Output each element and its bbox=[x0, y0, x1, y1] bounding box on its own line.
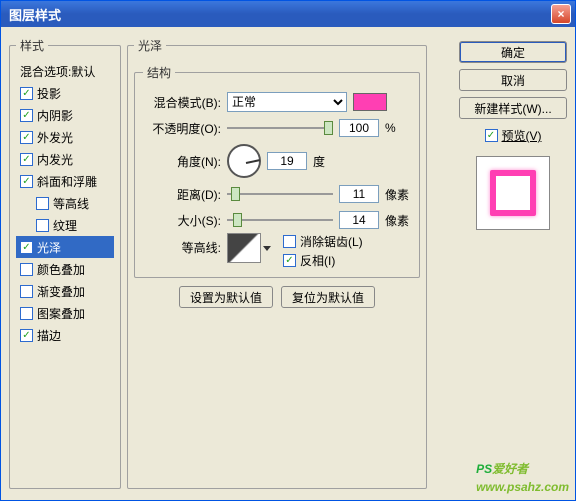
blend-options-header[interactable]: 混合选项:默认 bbox=[16, 60, 114, 82]
styles-panel: 样式 混合选项:默认 ✓投影 ✓内阴影 ✓外发光 ✓内发光 ✓斜面和浮雕 ✓等高… bbox=[9, 37, 121, 489]
color-swatch[interactable] bbox=[353, 93, 387, 111]
distance-slider[interactable] bbox=[227, 185, 333, 203]
size-unit: 像素 bbox=[385, 212, 411, 229]
new-style-button[interactable]: 新建样式(W)... bbox=[459, 97, 567, 119]
defaults-row: 设置为默认值 复位为默认值 bbox=[134, 286, 420, 308]
opacity-input[interactable]: 100 bbox=[339, 119, 379, 137]
reset-default-button[interactable]: 复位为默认值 bbox=[281, 286, 375, 308]
preview-checkbox[interactable]: ✓ 预览(V) bbox=[459, 127, 567, 144]
contour-row: 等高线: ✓消除锯齿(L) ✓反相(I) bbox=[143, 233, 411, 269]
checkbox-icon[interactable]: ✓ bbox=[20, 153, 33, 166]
style-item-bevel-emboss[interactable]: ✓斜面和浮雕 bbox=[16, 170, 114, 192]
size-row: 大小(S): 14 像素 bbox=[143, 207, 411, 233]
angle-row: 角度(N): 19 度 bbox=[143, 141, 411, 181]
blend-mode-row: 混合模式(B): 正常 bbox=[143, 89, 411, 115]
checkbox-icon[interactable]: ✓ bbox=[20, 263, 33, 276]
size-slider[interactable] bbox=[227, 211, 333, 229]
angle-dial[interactable] bbox=[227, 144, 261, 178]
distance-label: 距离(D): bbox=[143, 186, 221, 203]
titlebar: 图层样式 × bbox=[1, 1, 575, 27]
opacity-row: 不透明度(O): 100 % bbox=[143, 115, 411, 141]
checkbox-icon[interactable]: ✓ bbox=[20, 175, 33, 188]
style-item-texture[interactable]: ✓纹理 bbox=[16, 214, 114, 236]
preview-thumbnail bbox=[476, 156, 550, 230]
blend-mode-label: 混合模式(B): bbox=[143, 94, 221, 111]
size-input[interactable]: 14 bbox=[339, 211, 379, 229]
cancel-button[interactable]: 取消 bbox=[459, 69, 567, 91]
checkbox-icon[interactable]: ✓ bbox=[20, 329, 33, 342]
opacity-label: 不透明度(O): bbox=[143, 120, 221, 137]
chevron-down-icon[interactable] bbox=[263, 246, 271, 251]
checkbox-icon: ✓ bbox=[283, 254, 296, 267]
style-item-inner-glow[interactable]: ✓内发光 bbox=[16, 148, 114, 170]
blend-mode-select[interactable]: 正常 bbox=[227, 92, 347, 112]
window-title: 图层样式 bbox=[9, 5, 551, 24]
right-column: 确定 取消 新建样式(W)... ✓ 预览(V) bbox=[459, 37, 567, 492]
checkbox-icon[interactable]: ✓ bbox=[20, 285, 33, 298]
style-item-outer-glow[interactable]: ✓外发光 bbox=[16, 126, 114, 148]
contour-label: 等高线: bbox=[143, 233, 221, 256]
checkbox-icon: ✓ bbox=[485, 129, 498, 142]
style-item-drop-shadow[interactable]: ✓投影 bbox=[16, 82, 114, 104]
checkbox-icon[interactable]: ✓ bbox=[20, 307, 33, 320]
satin-legend: 光泽 bbox=[134, 37, 166, 54]
opacity-unit: % bbox=[385, 121, 411, 135]
checkbox-icon: ✓ bbox=[283, 235, 296, 248]
distance-input[interactable]: 11 bbox=[339, 185, 379, 203]
styles-legend: 样式 bbox=[16, 37, 48, 54]
checkbox-icon[interactable]: ✓ bbox=[20, 109, 33, 122]
structure-group: 结构 混合模式(B): 正常 不透明度(O): 100 % 角度(N): bbox=[134, 64, 420, 278]
style-item-inner-shadow[interactable]: ✓内阴影 bbox=[16, 104, 114, 126]
antialias-checkbox[interactable]: ✓消除锯齿(L) bbox=[283, 233, 363, 250]
checkbox-icon[interactable]: ✓ bbox=[20, 87, 33, 100]
satin-panel: 光泽 结构 混合模式(B): 正常 不透明度(O): 100 % bbox=[127, 37, 427, 489]
close-icon[interactable]: × bbox=[551, 4, 571, 24]
structure-legend: 结构 bbox=[143, 64, 175, 81]
ok-button[interactable]: 确定 bbox=[459, 41, 567, 63]
checkbox-icon[interactable]: ✓ bbox=[36, 197, 49, 210]
center-column: 光泽 结构 混合模式(B): 正常 不透明度(O): 100 % bbox=[127, 37, 453, 492]
opacity-slider[interactable] bbox=[227, 119, 333, 137]
distance-unit: 像素 bbox=[385, 186, 411, 203]
style-item-color-overlay[interactable]: ✓颜色叠加 bbox=[16, 258, 114, 280]
checkbox-icon[interactable]: ✓ bbox=[36, 219, 49, 232]
preview-shape bbox=[490, 170, 536, 216]
distance-row: 距离(D): 11 像素 bbox=[143, 181, 411, 207]
contour-picker[interactable] bbox=[227, 233, 261, 263]
angle-unit: 度 bbox=[313, 153, 339, 170]
styles-list: 混合选项:默认 ✓投影 ✓内阴影 ✓外发光 ✓内发光 ✓斜面和浮雕 ✓等高线 ✓… bbox=[16, 60, 114, 346]
dialog-body: 样式 混合选项:默认 ✓投影 ✓内阴影 ✓外发光 ✓内发光 ✓斜面和浮雕 ✓等高… bbox=[1, 27, 575, 500]
checkbox-icon[interactable]: ✓ bbox=[20, 241, 33, 254]
watermark: PS爱好者 www.psahz.com bbox=[476, 460, 569, 496]
style-item-pattern-overlay[interactable]: ✓图案叠加 bbox=[16, 302, 114, 324]
dialog-window: 图层样式 × 样式 混合选项:默认 ✓投影 ✓内阴影 ✓外发光 ✓内发光 ✓斜面… bbox=[0, 0, 576, 501]
style-item-satin[interactable]: ✓光泽 bbox=[16, 236, 114, 258]
checkbox-icon[interactable]: ✓ bbox=[20, 131, 33, 144]
angle-input[interactable]: 19 bbox=[267, 152, 307, 170]
style-item-contour[interactable]: ✓等高线 bbox=[16, 192, 114, 214]
invert-checkbox[interactable]: ✓反相(I) bbox=[283, 252, 363, 269]
style-item-gradient-overlay[interactable]: ✓渐变叠加 bbox=[16, 280, 114, 302]
set-default-button[interactable]: 设置为默认值 bbox=[179, 286, 273, 308]
style-item-stroke[interactable]: ✓描边 bbox=[16, 324, 114, 346]
angle-label: 角度(N): bbox=[143, 153, 221, 170]
size-label: 大小(S): bbox=[143, 212, 221, 229]
